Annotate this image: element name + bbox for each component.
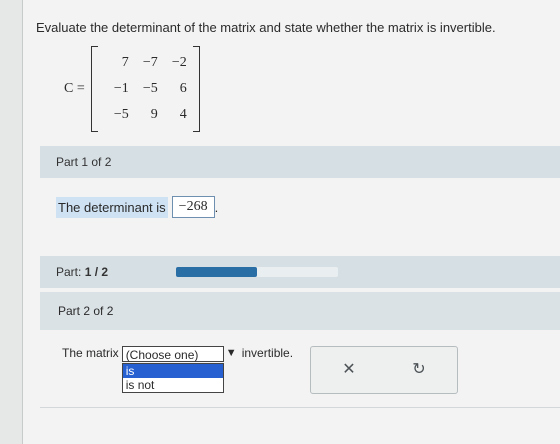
dropdown-arrow-icon[interactable]: ▼: [226, 347, 237, 359]
sentence-suffix: invertible.: [241, 346, 294, 360]
sentence-prefix: The matrix: [62, 346, 119, 360]
matrix-label: C =: [64, 81, 85, 96]
determinant-row: The determinant is −268 .: [56, 196, 218, 218]
progress-label: Part: 1 / 2: [56, 265, 108, 279]
option-is[interactable]: is: [122, 364, 223, 378]
matrix-right-bracket: [192, 46, 200, 132]
part2-header-label: Part 2 of 2: [58, 304, 114, 318]
matrix-cell: 7: [121, 55, 129, 70]
part2-header: Part 2 of 2: [40, 292, 560, 330]
question-prompt: Evaluate the determinant of the matrix a…: [36, 20, 496, 35]
matrix-cell: −5: [142, 81, 158, 96]
matrix-left-bracket: [90, 46, 98, 132]
part1-header: Part 1 of 2: [40, 146, 560, 178]
matrix-cell: −5: [113, 107, 129, 122]
clear-button[interactable]: ✕: [327, 357, 371, 381]
matrix-cell: 4: [179, 107, 187, 122]
select-dropdown: is is not: [121, 363, 224, 393]
part1-header-label: Part 1 of 2: [56, 155, 112, 169]
progress-bar-row: Part: 1 / 2: [40, 256, 560, 288]
matrix-cell: −1: [113, 81, 129, 96]
matrix-c: C = 7 −7 −2 −1 −5 6 −5 9 4: [64, 46, 200, 132]
refresh-icon: ↻: [412, 361, 426, 378]
determinant-text: The determinant is: [56, 196, 168, 218]
determinant-answer[interactable]: −268: [171, 196, 215, 218]
matrix-cell: −2: [171, 55, 187, 70]
close-icon: ✕: [342, 361, 356, 378]
option-is-not[interactable]: is not: [123, 378, 223, 392]
select-placeholder: (Choose one): [125, 348, 199, 362]
matrix-cell: 6: [179, 81, 187, 96]
retry-button[interactable]: ↻: [397, 357, 441, 381]
matrix-cell: 9: [150, 107, 158, 122]
invertible-select[interactable]: (Choose one) ▼ is is not: [121, 346, 237, 393]
matrix-cell: −7: [142, 55, 158, 70]
matrix-table: 7 −7 −2 −1 −5 6 −5 9 4: [102, 50, 189, 128]
action-panel: ✕ ↻: [310, 346, 458, 394]
divider: [40, 407, 560, 408]
progress-track: [176, 267, 338, 277]
progress-fill: [176, 267, 257, 277]
progress-label-text: Part:: [56, 265, 82, 279]
progress-value: 1 / 2: [84, 265, 109, 279]
invertible-sentence: The matrix (Choose one) ▼ is is not inve…: [62, 346, 294, 393]
determinant-period: .: [214, 199, 219, 215]
